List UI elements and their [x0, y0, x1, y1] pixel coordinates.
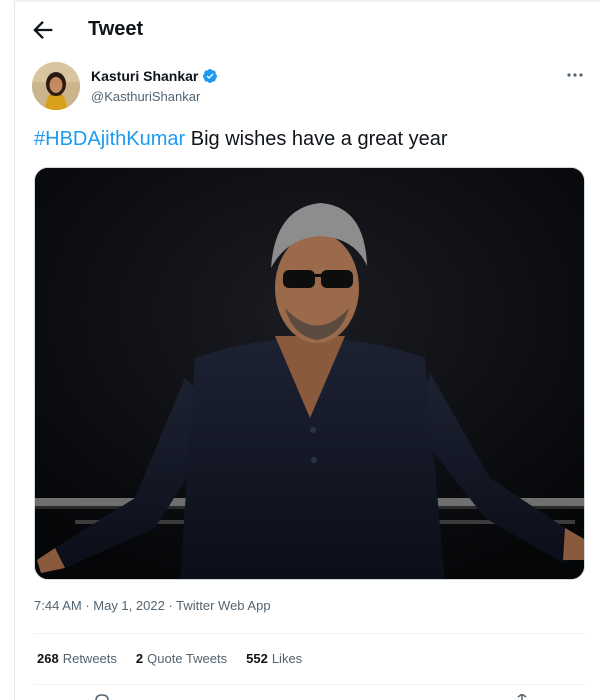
author-handle[interactable]: @KasthuriShankar [91, 89, 200, 104]
avatar-image [32, 62, 80, 110]
tweet-media[interactable] [34, 167, 585, 580]
quote-tweets-stat[interactable]: 2 Quote Tweets [136, 651, 227, 666]
tweet-page: Tweet Kasturi Shankar @KasthuriShankar #… [14, 0, 600, 700]
likes-stat[interactable]: 552 Likes [246, 651, 302, 666]
retweets-label: Retweets [62, 651, 117, 666]
tweet-time[interactable]: 7:44 AM [34, 598, 82, 613]
back-arrow-icon[interactable] [29, 16, 57, 44]
reply-icon[interactable] [95, 694, 109, 700]
tweet-source[interactable]: Twitter Web App [176, 598, 270, 613]
more-options-icon[interactable] [564, 66, 586, 84]
verified-badge-icon [203, 69, 218, 83]
tweet-date[interactable]: May 1, 2022 [93, 598, 165, 613]
tweet-photo [35, 168, 584, 579]
retweets-count: 268 [37, 651, 59, 666]
meta-separator-2: · [164, 598, 177, 613]
avatar[interactable] [32, 62, 80, 110]
author-name[interactable]: Kasturi Shankar [91, 68, 198, 84]
tweet-stats: 268 Retweets 2 Quote Tweets 552 Likes [37, 651, 302, 666]
action-bar [15, 690, 600, 700]
page-header: Tweet [15, 8, 600, 52]
likes-count: 552 [246, 651, 268, 666]
stats-divider [34, 684, 586, 685]
top-divider [15, 0, 600, 2]
retweets-stat[interactable]: 268 Retweets [37, 651, 117, 666]
author-name-row: Kasturi Shankar [91, 68, 218, 84]
quote-tweets-count: 2 [135, 651, 144, 666]
tweet-text: #HBDAjithKumar Big wishes have a great y… [34, 128, 448, 151]
likes-label: Likes [271, 651, 303, 666]
tweet-body: Big wishes have a great year [185, 128, 448, 150]
page-title: Tweet [88, 18, 144, 40]
meta-divider [34, 633, 586, 634]
hashtag-link[interactable]: #HBDAjithKumar [34, 128, 185, 150]
meta-separator-1: · [81, 598, 94, 613]
quote-tweets-label: Quote Tweets [147, 651, 228, 666]
tweet-metadata: 7:44 AM · May 1, 2022 · Twitter Web App [34, 598, 271, 613]
share-icon[interactable] [515, 694, 529, 700]
